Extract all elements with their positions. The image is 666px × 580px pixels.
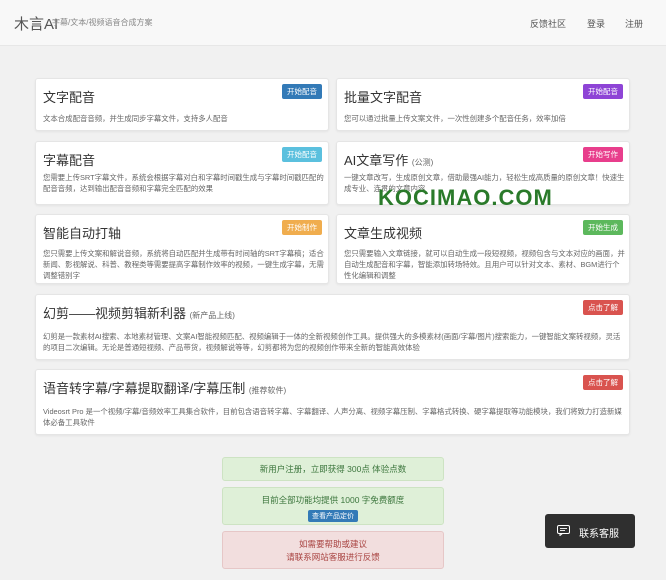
card-text-dubbing: 文字配音 开始配音 文本合成配音音频，并生成同步字幕文件，支持多人配音 [35, 78, 329, 131]
card-description: 您只需要上传文案和解说音频，系统将自动匹配并生成带有时间轴的SRT字幕稿；适合新… [43, 249, 324, 280]
free-quota-notice: 目前全部功能均提供 1000 字免费额度 查看产品定价 [222, 487, 444, 525]
start-dubbing-button[interactable]: 开始配音 [282, 84, 322, 99]
card-title: 批量文字配音 [344, 90, 423, 105]
register-bonus-notice: 新用户注册，立即获得 300点 体验点数 [222, 457, 444, 481]
chat-icon [557, 525, 570, 536]
start-generating-button[interactable]: 开始生成 [583, 220, 623, 235]
learn-more-videosrt-button[interactable]: 点击了解 [583, 375, 623, 390]
free-quota-text: 目前全部功能均提供 1000 字免费额度 [261, 495, 405, 505]
card-auto-timeline: 智能自动打轴 开始制作 您只需要上传文案和解说音频，系统将自动匹配并生成带有时间… [35, 214, 329, 284]
help-line-1: 如需要帮助或建议 [298, 539, 367, 549]
help-line-2[interactable]: 请联系网站客服进行反馈 [223, 551, 443, 564]
card-title: 智能自动打轴 [43, 226, 122, 241]
brand-subtitle: 字幕/文本/视频语音合成方案 [52, 18, 153, 27]
help-feedback-notice: 如需要帮助或建议 请联系网站客服进行反馈 [222, 531, 444, 569]
card-batch-text-dubbing: 批量文字配音 开始配音 您可以通过批量上传文案文件，一次性创建多个配音任务，效率… [336, 78, 630, 131]
card-description: 您只需要输入文章链接，就可以自动生成一段短视频，视频包含与文本对应的画面，并自动… [344, 249, 625, 280]
card-description: 您需要上传SRT字幕文件，系统会根据字幕对白和字幕时间戳生成与字幕时间戳匹配的配… [43, 173, 324, 193]
card-title: AI文章写作 (公测) [344, 153, 434, 168]
start-subtitle-dubbing-button[interactable]: 开始配音 [282, 147, 322, 162]
start-making-button[interactable]: 开始制作 [282, 220, 322, 235]
view-pricing-button[interactable]: 查看产品定价 [308, 510, 358, 522]
nav-register[interactable]: 注册 [625, 17, 643, 30]
card-article-to-video: 文章生成视频 开始生成 您只需要输入文章链接，就可以自动生成一段短视频，视频包含… [336, 214, 630, 284]
card-description: 您可以通过批量上传文案文件，一次性创建多个配音任务，效率加倍 [344, 114, 566, 123]
nav-login[interactable]: 登录 [587, 17, 605, 30]
start-writing-button[interactable]: 开始写作 [583, 147, 623, 162]
card-title: 幻剪——视频剪辑新利器 (新产品上线) [43, 306, 235, 321]
contact-support-label: 联系客服 [579, 529, 619, 540]
start-batch-dubbing-button[interactable]: 开始配音 [583, 84, 623, 99]
card-description: 幻剪是一款素材AI搜索、本地素材管理、文案AI智能视频匹配、视频编辑于一体的全新… [43, 332, 621, 352]
card-videosrt-pro: 语音转字幕/字幕提取翻译/字幕压制 (推荐软件) 点击了解 Videosrt P… [35, 369, 630, 435]
watermark-logo: KOCIMAO.COM [378, 185, 553, 210]
card-huanjian: 幻剪——视频剪辑新利器 (新产品上线) 点击了解 幻剪是一款素材AI搜索、本地素… [35, 294, 630, 360]
card-title: 文章生成视频 [344, 226, 423, 241]
card-description: 文本合成配音音频，并生成同步字幕文件，支持多人配音 [43, 114, 228, 123]
card-subtitle-dubbing: 字幕配音 开始配音 您需要上传SRT字幕文件，系统会根据字幕对白和字幕时间戳生成… [35, 141, 329, 205]
top-navbar: 木言AI 字幕/文本/视频语音合成方案 反馈社区 登录 注册 [0, 0, 666, 46]
card-title: 语音转字幕/字幕提取翻译/字幕压制 (推荐软件) [43, 381, 287, 396]
contact-support-button[interactable]: 联系客服 [545, 514, 635, 548]
card-title: 字幕配音 [43, 153, 96, 168]
nav-feedback-community[interactable]: 反馈社区 [530, 17, 566, 30]
learn-more-huanjian-button[interactable]: 点击了解 [583, 300, 623, 315]
card-title: 文字配音 [43, 90, 96, 105]
card-description: Videosrt Pro 是一个视频/字幕/音频效率工具集合软件，目前包含语音转… [43, 407, 622, 427]
